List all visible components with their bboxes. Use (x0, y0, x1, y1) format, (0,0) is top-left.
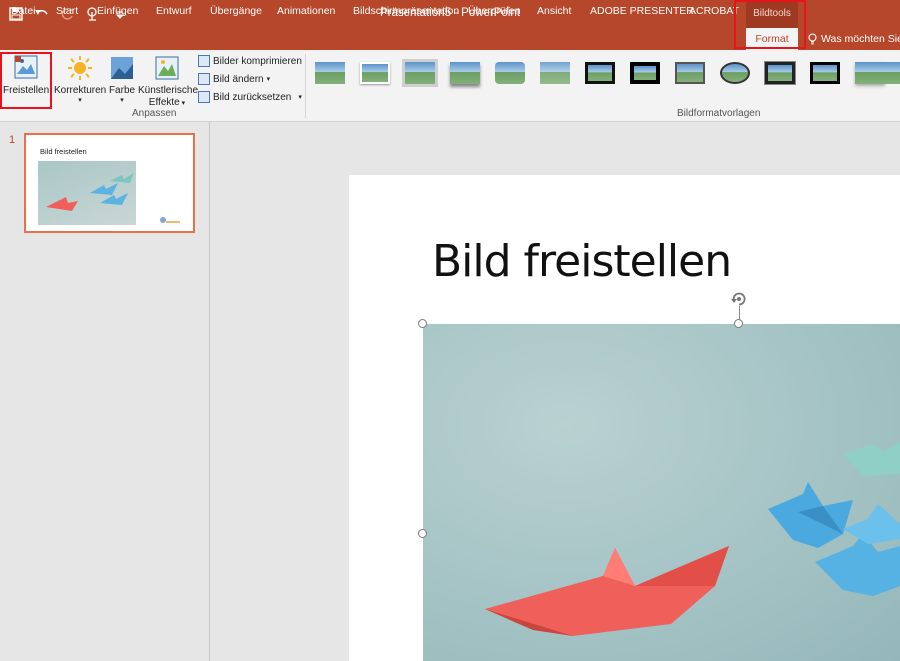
group-anpassen-label: Anpassen (132, 108, 177, 119)
remove-background-icon (13, 54, 39, 80)
picture-style-3[interactable] (402, 58, 438, 88)
picture-style-10[interactable] (717, 58, 753, 88)
tab-acrobat[interactable]: ACROBAT (689, 5, 739, 17)
tab-entwurf[interactable]: Entwurf (156, 5, 192, 17)
picture-style-6[interactable] (537, 58, 573, 88)
lightbulb-icon (808, 33, 817, 45)
picture-styles-gallery (312, 58, 888, 88)
komprimieren-label: Bilder komprimieren (213, 55, 302, 67)
sun-icon (67, 56, 93, 80)
picture-style-5[interactable] (492, 58, 528, 88)
artistic-effects-icon (155, 56, 179, 80)
logo-icon (157, 215, 181, 225)
farbe-button[interactable]: Farbe ▾ (108, 56, 136, 104)
slide-picture[interactable] (423, 324, 900, 661)
slide-title[interactable]: Bild freistellen (432, 236, 732, 287)
tab-adobe-presenter[interactable]: ADOBE PRESENTER (590, 5, 694, 17)
freistellen-button[interactable]: Freistellen (3, 54, 49, 96)
picture-style-8[interactable] (627, 58, 663, 88)
picture-style-1[interactable] (312, 58, 348, 88)
resize-handle-top-left[interactable] (418, 319, 427, 328)
color-icon (110, 56, 134, 80)
slide-thumbnail[interactable]: Bild freistellen (24, 133, 195, 233)
korrekturen-dropdown-icon: ▾ (78, 97, 82, 104)
bild-zuruecksetzen-button[interactable]: Bild zurücksetzen ▾ (198, 91, 302, 103)
picture-style-11[interactable] (762, 58, 798, 88)
group-bildformatvorlagen-label: Bildformatvorlagen (677, 108, 761, 119)
tab-start[interactable]: Start (56, 5, 78, 17)
farbe-dropdown-icon: ▾ (120, 97, 124, 104)
thumbnail-title: Bild freistellen (40, 147, 87, 156)
tell-me-text: Was möchten Sie tu (821, 33, 900, 45)
zuruecksetzen-dropdown-icon: ▾ (298, 94, 302, 101)
kuenstlerische-label-2: Effekte (148, 97, 180, 108)
group-separator (305, 54, 306, 118)
aendern-label: Bild ändern (213, 73, 264, 85)
thumbnail-image (38, 161, 136, 225)
compress-icon (198, 55, 210, 67)
rotate-icon[interactable] (730, 290, 748, 308)
tab-einfuegen[interactable]: Einfügen (97, 5, 138, 17)
resize-handle-top-center[interactable] (734, 319, 743, 328)
zuruecksetzen-label: Bild zurücksetzen (213, 91, 292, 103)
farbe-label: Farbe (108, 85, 136, 96)
bilder-komprimieren-button[interactable]: Bilder komprimieren (198, 55, 302, 67)
tab-animationen[interactable]: Animationen (277, 5, 335, 17)
tell-me-box[interactable]: Was möchten Sie tu (808, 33, 900, 45)
reset-picture-icon (198, 91, 210, 103)
korrekturen-button[interactable]: Korrekturen ▾ (54, 56, 106, 104)
tab-format[interactable]: Format (746, 28, 798, 50)
tab-ansicht[interactable]: Ansicht (537, 5, 571, 17)
bild-aendern-button[interactable]: Bild ändern ▾ (198, 73, 270, 85)
kuenstlerische-effekte-button[interactable]: Künstlerische Effekte ▾ (138, 56, 199, 110)
tab-uebergaenge[interactable]: Übergänge (210, 5, 262, 17)
picture-style-2[interactable] (357, 58, 393, 88)
tab-bildschirmpraesentation[interactable]: Bildschirmpräsentation (353, 5, 459, 17)
picture-style-12[interactable] (807, 58, 843, 88)
tab-ueberpruefen[interactable]: Überprüfen (468, 5, 521, 17)
picture-style-7[interactable] (582, 58, 618, 88)
aendern-dropdown-icon: ▾ (266, 76, 271, 83)
context-group-label: Bildtools (753, 8, 791, 19)
korrekturen-label: Korrekturen (54, 85, 107, 96)
freistellen-label: Freistellen (3, 85, 50, 96)
slide-number: 1 (9, 134, 16, 146)
picture-style-overflow[interactable] (878, 58, 900, 88)
resize-handle-middle-left[interactable] (418, 529, 427, 538)
tab-datei[interactable]: Datei (11, 5, 36, 17)
effekte-dropdown-icon: ▾ (179, 100, 186, 107)
change-picture-icon (198, 73, 210, 85)
kuenstlerische-label-1: Künstlerische (138, 85, 199, 96)
picture-style-4[interactable] (447, 58, 483, 88)
picture-style-9[interactable] (672, 58, 708, 88)
